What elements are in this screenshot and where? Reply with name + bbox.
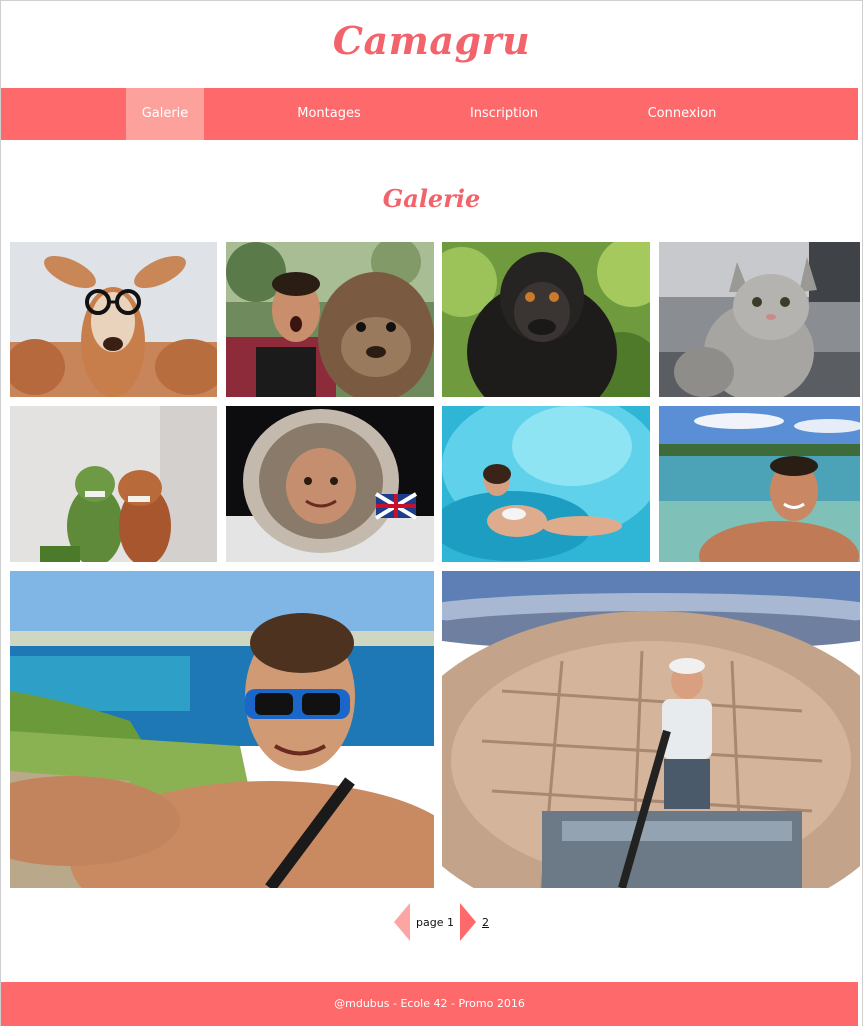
gallery-photo-macaque[interactable] [442, 242, 650, 397]
gallery-photo-astronaut[interactable] [226, 406, 434, 562]
site-title: Camagru [332, 18, 531, 63]
gallery-photo-lake[interactable] [659, 406, 860, 562]
gallery-photo-deer[interactable] [10, 242, 217, 397]
site-footer: @mdubus - Ecole 42 - Promo 2016 [1, 982, 858, 1026]
next-page-arrow[interactable] [460, 903, 476, 941]
gallery-photo-rooftop[interactable] [442, 571, 860, 888]
gallery-photo-waterslide[interactable] [442, 406, 650, 562]
gallery-photo-beach[interactable] [10, 571, 434, 888]
nav-item-galerie[interactable]: Galerie [126, 88, 204, 140]
nav-item-inscription[interactable]: Inscription [454, 88, 554, 140]
gallery-photo-quokka[interactable] [226, 242, 434, 397]
gallery-photo-dinosaurs[interactable] [10, 406, 217, 562]
gallery-title: Galerie [382, 184, 481, 213]
nav-item-montages[interactable]: Montages [279, 88, 379, 140]
previous-page-arrow[interactable] [394, 903, 410, 941]
page-link-2[interactable]: 2 [482, 916, 489, 929]
main-nav: Galerie Montages Inscription Connexion [1, 88, 858, 140]
gallery-photo-cat[interactable] [659, 242, 860, 397]
current-page-label: page 1 [416, 916, 454, 929]
nav-item-connexion[interactable]: Connexion [632, 88, 732, 140]
